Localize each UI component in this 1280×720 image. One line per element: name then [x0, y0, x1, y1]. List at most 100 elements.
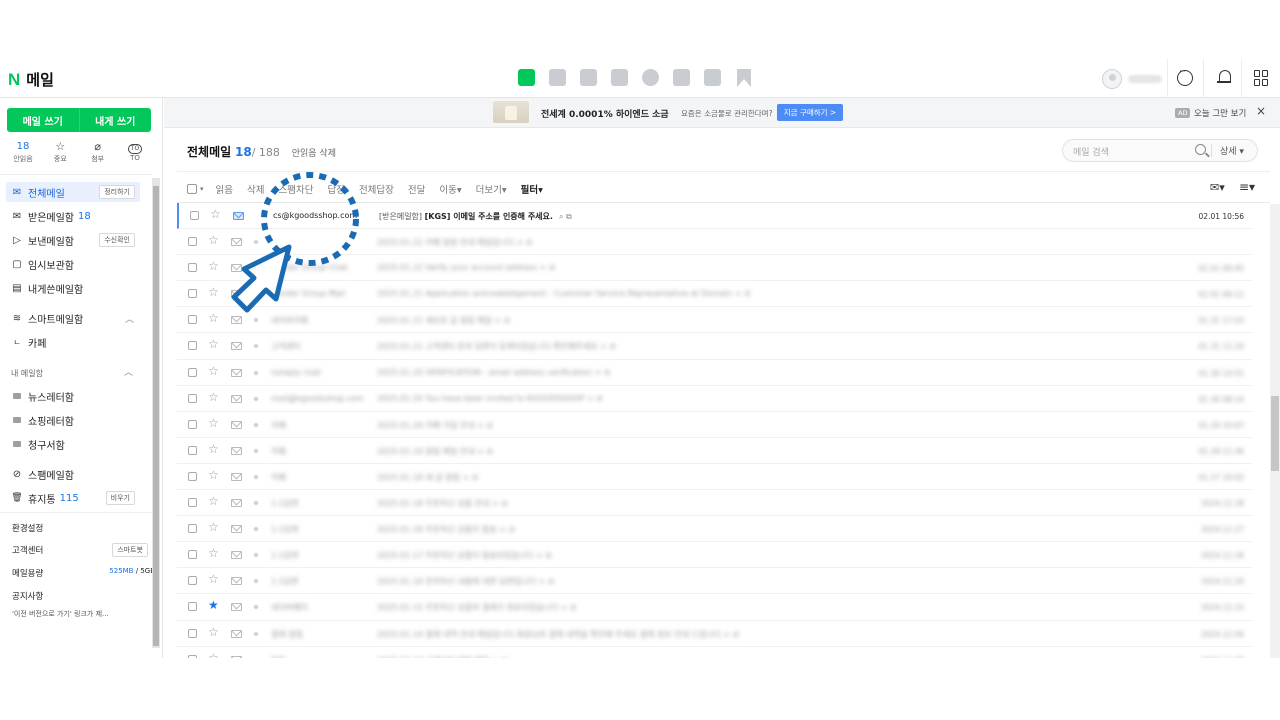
user-profile[interactable]	[1102, 69, 1162, 89]
row-checkbox[interactable]	[188, 289, 197, 299]
envelope-icon[interactable]	[231, 238, 242, 247]
mail-subject[interactable]: 2025.01.20 VERIFICATION - email address …	[377, 368, 611, 377]
product-image[interactable]	[493, 101, 529, 123]
mail-subject[interactable]: [받은메일함] [KGS] 이메일 주소를 인증해 주세요. ⌕ ⧉	[379, 211, 572, 222]
smartbot-button[interactable]: 스마트봇	[112, 543, 148, 557]
mail-subject[interactable]: 2025.01.17 주문하신 상품이 발송되었습니다 > ⊘	[377, 550, 552, 561]
delete-button[interactable]: 삭제	[247, 182, 264, 196]
mail-view-icon[interactable]: ✉▾	[1210, 181, 1225, 194]
bell-icon[interactable]	[1217, 70, 1233, 86]
mail-subject[interactable]: 2025.01.21 새로운 글 알림 메일 > ⊘	[377, 315, 510, 326]
sender-name[interactable]: Sender Group Mail	[271, 289, 345, 298]
search-input[interactable]: 메일 검색 상세 ▾	[1062, 139, 1258, 162]
empty-trash-button[interactable]: 비우기	[105, 491, 135, 505]
mail-subject[interactable]: 2025.01.14 결제 내역 안내 메일입니다 회원님의 결제 내역을 확인…	[377, 629, 739, 640]
support-link[interactable]: 고객센터	[12, 546, 43, 556]
mail-row[interactable]: ☆ noreply mail 2025.01.20 VERIFICATION - e…	[177, 360, 1252, 386]
quick-unread[interactable]: 18 안읽음	[11, 140, 35, 164]
row-checkbox[interactable]	[188, 654, 197, 658]
envelope-icon[interactable]	[231, 342, 242, 351]
row-checkbox[interactable]	[188, 341, 197, 351]
star-icon[interactable]: ☆	[208, 520, 219, 534]
row-checkbox[interactable]	[188, 576, 197, 586]
bookmark-icon[interactable]	[735, 69, 752, 87]
envelope-icon[interactable]	[231, 290, 242, 299]
mail-row[interactable]: ☆ 네이버카페 2025.01.21 새로운 글 알림 메일 > ⊘ 01.31 17…	[177, 307, 1252, 334]
mail-subject[interactable]: 2025.01.20 You have been invited to KGOO…	[377, 394, 603, 403]
envelope-icon[interactable]	[233, 212, 244, 220]
sender-name[interactable]: 네이버카페	[271, 315, 308, 326]
block-spam-button[interactable]: 스팸차단	[278, 182, 313, 196]
row-checkbox[interactable]	[188, 524, 197, 534]
star-icon[interactable]: ☆	[210, 207, 221, 221]
envelope-icon[interactable]	[231, 446, 242, 455]
close-icon[interactable]: ×	[1256, 104, 1266, 118]
mark-read-button[interactable]: 읽음	[216, 182, 233, 196]
row-checkbox[interactable]	[188, 237, 197, 247]
sender-name[interactable]: 알림	[271, 655, 286, 658]
reply-all-button[interactable]: 전체답장	[359, 182, 394, 196]
star-icon[interactable]: ☆	[208, 572, 219, 586]
chevron-down-icon[interactable]: ▾	[200, 185, 204, 193]
mail-subject[interactable]: 2025.01.21 Application acknowledgement -…	[377, 289, 751, 298]
search-icon[interactable]	[1195, 144, 1206, 155]
star-icon[interactable]: ☆	[208, 651, 219, 658]
compose-button[interactable]: 메일 쓰기	[7, 108, 79, 132]
envelope-icon[interactable]	[231, 551, 242, 560]
list-scrollbar[interactable]	[1270, 204, 1280, 658]
mail-subject[interactable]: 2025.01.22 카페 알림 안내 메일입니다 > ⊘	[377, 237, 532, 248]
home-icon[interactable]	[704, 69, 721, 86]
mail-row[interactable]: ☆ cs@kgoodsshop.com [받은메일함] [KGS] 이메일 주소를 …	[177, 203, 1252, 230]
mail-row[interactable]: ☆ 1:1답변 2025.01.17 주문하신 상품이 발송되었습니다 > ⊘ 202…	[177, 542, 1252, 569]
sidebar-item-smart-mail[interactable]: ≋ 스마트메일함 ︿	[6, 308, 140, 328]
star-icon[interactable]: ☆	[208, 546, 219, 560]
star-icon[interactable]: ☆	[208, 442, 219, 456]
row-checkbox[interactable]	[188, 393, 197, 403]
row-checkbox[interactable]	[188, 471, 197, 481]
sidebar-item-sent[interactable]: ▷ 보낸메일함 수신확인	[6, 230, 140, 250]
envelope-icon[interactable]	[231, 264, 242, 273]
reply-button[interactable]: 답장	[327, 182, 344, 196]
envelope-icon[interactable]	[231, 368, 242, 377]
forward-button[interactable]: 전달	[408, 182, 425, 196]
mail-row[interactable]: ☆ 결제 알림 2025.01.14 결제 내역 안내 메일입니다 회원님의 결제 …	[177, 621, 1252, 647]
star-icon[interactable]: ☆	[208, 285, 219, 299]
mail-row[interactable]: ☆ 고객센터 2025.01.21 고객센터 문의 답변이 등록되었습니다 확인해주…	[177, 333, 1252, 360]
mail-subject[interactable]: 2025.01.18 주문하신 상품이 발송 > ⊘	[377, 524, 515, 535]
row-checkbox[interactable]	[190, 211, 199, 220]
chat-icon[interactable]	[1177, 67, 1193, 86]
notice-text[interactable]: '이전 버전으로 가기' 링크가 제...	[12, 609, 109, 619]
star-icon[interactable]: ☆	[208, 416, 219, 430]
mail-row[interactable]: ☆ 카페 2025.01.18 새 글 알림 > ⊘ 01.27 19:02	[177, 464, 1252, 491]
table-icon[interactable]	[580, 69, 597, 86]
contacts-icon[interactable]	[611, 69, 628, 86]
app-grid-icon[interactable]	[1254, 70, 1270, 86]
filter-button[interactable]: 필터▾	[521, 182, 543, 196]
read-receipt-button[interactable]: 수신확인	[99, 233, 135, 247]
star-icon[interactable]: ☆	[208, 259, 219, 273]
mail-row[interactable]: ☆ mail@kgoodsshop.com 2025.01.20 You have …	[177, 386, 1252, 412]
mail-row[interactable]: ☆ 알림 2025.01.13 고객님의 알림 메일 > ⊘ 2024.11.29	[177, 647, 1252, 658]
mail-subject[interactable]: 2025.01.22 Verify your account address >…	[377, 263, 555, 272]
star-icon[interactable]: ☆	[208, 311, 219, 325]
row-checkbox[interactable]	[188, 550, 197, 560]
sidebar-item-inbox[interactable]: ✉ 받은메일함 18	[6, 206, 140, 226]
sidebar-scrollbar[interactable]	[152, 178, 160, 648]
star-icon[interactable]: ☆	[208, 494, 219, 508]
envelope-icon[interactable]	[231, 420, 242, 429]
sender-name[interactable]: 1:1답변	[271, 524, 299, 535]
envelope-icon[interactable]	[231, 525, 242, 534]
sender-name[interactable]: Sender Group Chat	[271, 263, 348, 272]
move-button[interactable]: 이동▾	[439, 182, 461, 196]
sidebar-item-cafe[interactable]: ㄴ 카페	[6, 332, 140, 352]
mail-row[interactable]: ☆ Sender Group Chat 2025.01.22 Verify your…	[177, 255, 1252, 282]
envelope-icon[interactable]	[231, 655, 242, 658]
sender-name[interactable]: 1:1답변	[271, 498, 299, 509]
mail-row[interactable]: ☆ 카페 2025.01.19 알림 메일 안내 > ⊘ 01.28 21:36	[177, 438, 1252, 464]
sender-name[interactable]: 1:1답변	[271, 550, 299, 561]
sender-name[interactable]: noreply mail	[271, 368, 321, 377]
sender-name[interactable]: 카페	[271, 420, 286, 431]
sidebar-item-newsletter[interactable]: 뉴스레터함	[6, 386, 140, 406]
sender-name[interactable]: 고객센터	[271, 341, 300, 352]
write-to-self-button[interactable]: 내게 쓰기	[78, 108, 152, 132]
